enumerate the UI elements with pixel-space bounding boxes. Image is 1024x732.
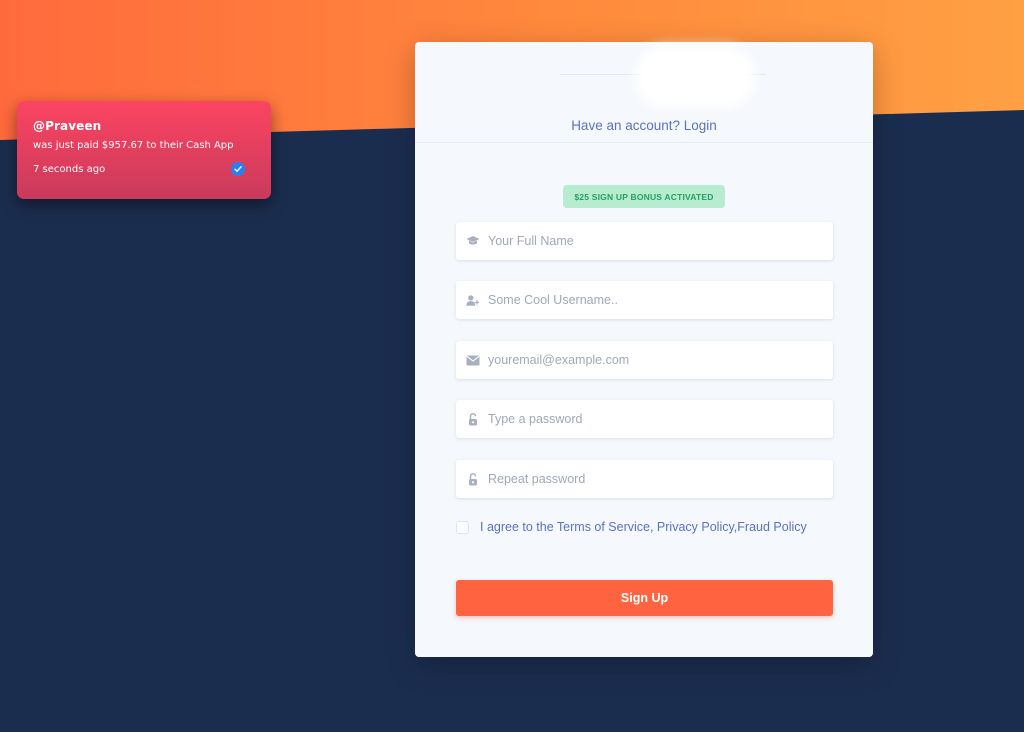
password-field[interactable]	[456, 400, 833, 438]
login-link[interactable]: Have an account? Login	[415, 118, 873, 133]
terms-agreement: I agree to the Terms of Service, Privacy…	[456, 520, 807, 534]
header-divider	[415, 142, 873, 143]
bonus-badge: $25 SIGN UP BONUS ACTIVATED	[563, 185, 725, 208]
email-field[interactable]	[456, 341, 833, 379]
payment-notification-toast: @Praveen was just paid $957.67 to their …	[17, 101, 271, 199]
full-name-input[interactable]	[488, 234, 833, 248]
toast-username: @Praveen	[33, 119, 102, 133]
logo-image	[635, 46, 755, 108]
unlock-icon	[466, 472, 480, 486]
repeat-password-field[interactable]	[456, 460, 833, 498]
user-plus-icon	[466, 293, 480, 307]
email-input[interactable]	[488, 353, 833, 367]
signup-card: Have an account? Login $25 SIGN UP BONUS…	[415, 42, 873, 657]
full-name-field[interactable]	[456, 222, 833, 260]
repeat-password-input[interactable]	[488, 472, 833, 486]
password-input[interactable]	[488, 412, 833, 426]
username-input[interactable]	[488, 293, 833, 307]
envelope-icon	[466, 353, 480, 367]
graduation-cap-icon	[466, 234, 480, 248]
terms-checkbox[interactable]	[456, 520, 469, 534]
sign-up-button[interactable]: Sign Up	[456, 580, 833, 616]
username-field[interactable]	[456, 281, 833, 319]
check-circle-icon	[231, 162, 245, 176]
toast-message: was just paid $957.67 to their Cash App	[33, 140, 234, 151]
toast-timestamp: 7 seconds ago	[33, 164, 106, 175]
unlock-icon	[466, 412, 480, 426]
terms-label[interactable]: I agree to the Terms of Service, Privacy…	[480, 520, 807, 534]
